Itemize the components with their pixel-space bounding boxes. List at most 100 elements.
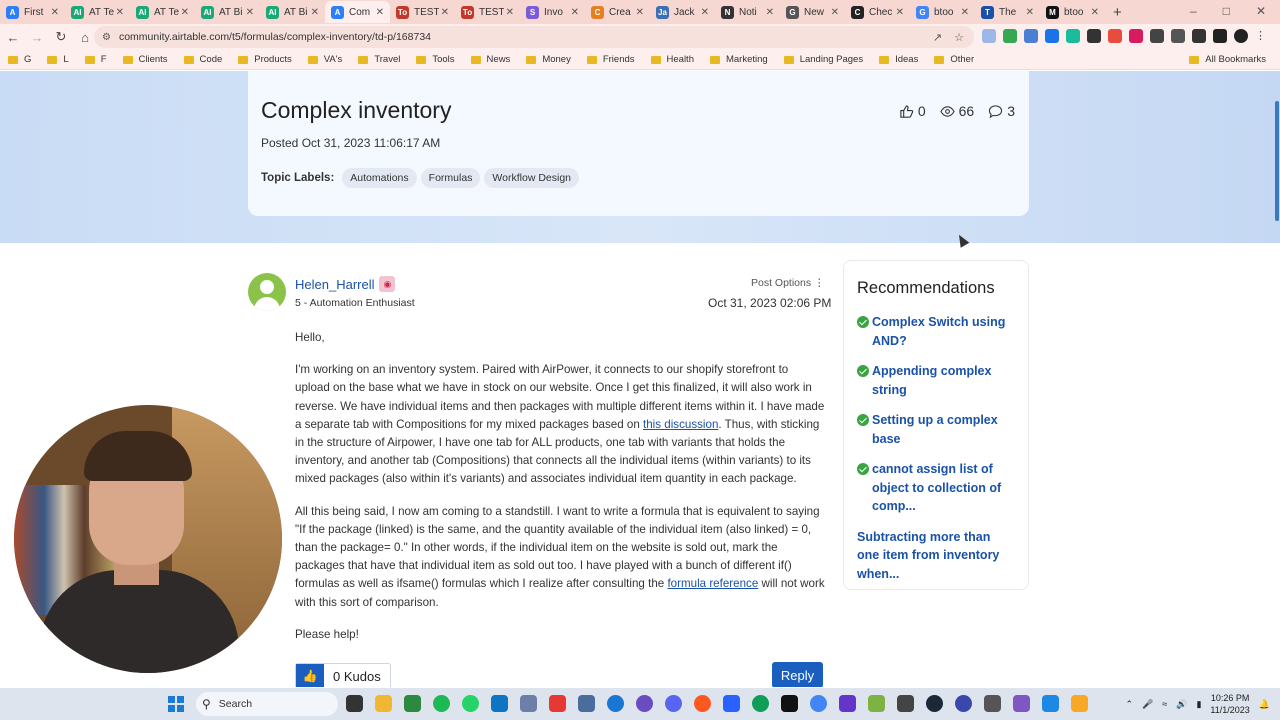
share-icon[interactable]: ↗ [933, 31, 942, 44]
app-icon[interactable] [578, 695, 595, 712]
browser-tab[interactable]: To TEST ✕ [390, 1, 455, 23]
recommendation-link[interactable]: Setting up a complex base [872, 411, 1015, 448]
spreadsheet-icon[interactable] [404, 695, 421, 712]
app-icon[interactable] [549, 695, 566, 712]
clock[interactable]: 10:26 PM 11/1/2023 [1210, 692, 1249, 716]
app-icon[interactable] [1042, 695, 1059, 712]
extension-icon[interactable] [1087, 29, 1101, 43]
kudos-button[interactable]: 👍 0 Kudos [295, 663, 391, 687]
bookmark-folder[interactable]: Travel [358, 54, 400, 65]
bookmark-folder[interactable]: Health [650, 54, 694, 65]
browser-tab[interactable]: C Crea ✕ [585, 1, 650, 23]
app-icon[interactable] [607, 695, 624, 712]
puzzle-icon[interactable] [1192, 29, 1206, 43]
bookmark-folder[interactable]: Clients [122, 54, 168, 65]
extension-icon[interactable] [1066, 29, 1080, 43]
tab-close-icon[interactable]: ✕ [311, 7, 319, 18]
firefox-icon[interactable] [694, 695, 711, 712]
tab-close-icon[interactable]: ✕ [246, 7, 254, 18]
topic-chip[interactable]: Formulas [420, 168, 481, 188]
extension-icon[interactable] [1171, 29, 1185, 43]
tab-close-icon[interactable]: ✕ [961, 7, 969, 18]
reload-icon[interactable]: ↻ [50, 29, 72, 45]
edge-icon[interactable] [752, 695, 769, 712]
whatsapp-icon[interactable] [462, 695, 479, 712]
tab-close-icon[interactable]: ✕ [1091, 7, 1099, 18]
tab-close-icon[interactable]: ✕ [896, 7, 904, 18]
chevron-up-icon[interactable]: ⌃ [1126, 699, 1134, 710]
discord-icon[interactable] [665, 695, 682, 712]
sidepanel-icon[interactable] [1213, 29, 1227, 43]
bookmark-folder[interactable]: Money [526, 54, 571, 65]
close-window-icon[interactable]: ✕ [1256, 4, 1266, 18]
extension-icon[interactable] [1003, 29, 1017, 43]
bookmark-folder[interactable]: Tools [416, 54, 455, 65]
battery-icon[interactable]: ▮ [1196, 699, 1201, 710]
formula-reference-link[interactable]: formula reference [667, 577, 758, 590]
discussion-link[interactable]: this discussion [643, 418, 718, 431]
browser-tab[interactable]: Gbtoo ✕ [910, 1, 975, 23]
new-tab-icon[interactable]: + [1113, 4, 1122, 21]
browser-tab[interactable]: A Com ✕ [325, 1, 390, 23]
tab-close-icon[interactable]: ✕ [636, 7, 644, 18]
steam-icon[interactable] [926, 695, 943, 712]
microphone-icon[interactable]: 🎤 [1142, 699, 1153, 710]
bookmark-folder[interactable]: VA's [307, 54, 342, 65]
recommendation-item[interactable]: Appending complex string [857, 362, 1015, 399]
extension-icon[interactable] [1150, 29, 1164, 43]
page-scrollbar[interactable] [1275, 101, 1279, 221]
minimize-icon[interactable]: – [1190, 4, 1197, 18]
volume-icon[interactable]: 🔊 [1176, 699, 1187, 710]
browser-tab[interactable]: T The ✕ [975, 1, 1040, 23]
bookmark-folder[interactable]: Friends [586, 54, 635, 65]
browser-tab[interactable]: Mbtoo ✕ [1040, 1, 1105, 23]
topic-chip[interactable]: Automations [342, 168, 417, 188]
tab-close-icon[interactable]: ✕ [376, 7, 384, 18]
bookmark-folder[interactable]: News [470, 54, 510, 65]
tab-close-icon[interactable]: ✕ [51, 7, 59, 18]
recommendation-item[interactable]: Subtracting more than one item from inve… [857, 528, 1015, 584]
reply-button[interactable]: Reply [772, 662, 823, 687]
browser-tab[interactable]: N Noti ✕ [715, 1, 780, 23]
browser-tab[interactable]: To TEST ✕ [455, 1, 520, 23]
bookmark-star-icon[interactable]: ☆ [954, 31, 964, 44]
thumbs-up-icon[interactable]: 👍 [296, 664, 324, 687]
app-icon[interactable] [839, 695, 856, 712]
topic-chip[interactable]: Workflow Design [484, 168, 580, 188]
browser-tab[interactable]: AI AT Te ✕ [130, 1, 195, 23]
recommendation-link[interactable]: Subtracting more than one item from inve… [857, 528, 1015, 584]
extension-icon[interactable] [982, 29, 996, 43]
browser-tab[interactable]: A First ✕ [0, 1, 65, 23]
bookmark-folder[interactable]: G [8, 54, 31, 65]
extension-icon[interactable] [1129, 29, 1143, 43]
restore-icon[interactable]: □ [1223, 4, 1230, 18]
notification-bell-icon[interactable]: 🔔 [1259, 699, 1270, 710]
app-icon[interactable] [897, 695, 914, 712]
extension-icon[interactable] [1024, 29, 1038, 43]
tab-close-icon[interactable]: ✕ [766, 7, 774, 18]
all-bookmarks[interactable]: All Bookmarks [1189, 54, 1266, 65]
settings-icon[interactable] [520, 695, 537, 712]
site-info-icon[interactable]: ⚙ [102, 32, 111, 43]
bookmark-folder[interactable]: Marketing [709, 54, 768, 65]
taskbar-search[interactable]: ⚲ Search [196, 692, 338, 716]
browser-tab[interactable]: AI AT Bi ✕ [260, 1, 325, 23]
app-icon[interactable] [955, 695, 972, 712]
windows-start-icon[interactable] [168, 696, 184, 712]
tab-close-icon[interactable]: ✕ [1026, 7, 1034, 18]
file-explorer-icon[interactable] [375, 695, 392, 712]
bookmark-folder[interactable]: Ideas [879, 54, 918, 65]
browser-tab[interactable]: AI AT Te ✕ [65, 1, 130, 23]
recommendation-link[interactable]: Complex Switch using AND? [872, 313, 1015, 350]
app-icon[interactable] [868, 695, 885, 712]
tab-close-icon[interactable]: ✕ [116, 7, 124, 18]
extension-icon[interactable] [1045, 29, 1059, 43]
bookmark-folder[interactable]: Products [238, 54, 292, 65]
post-options-button[interactable]: Post Options ⋮ [751, 277, 825, 289]
chrome-icon[interactable] [810, 695, 827, 712]
spotify-icon[interactable] [433, 695, 450, 712]
bookmark-folder[interactable]: F [84, 54, 107, 65]
vscode-icon[interactable] [491, 695, 508, 712]
author-name[interactable]: Helen_Harrell ◉ [295, 276, 396, 292]
extension-icon[interactable] [1108, 29, 1122, 43]
